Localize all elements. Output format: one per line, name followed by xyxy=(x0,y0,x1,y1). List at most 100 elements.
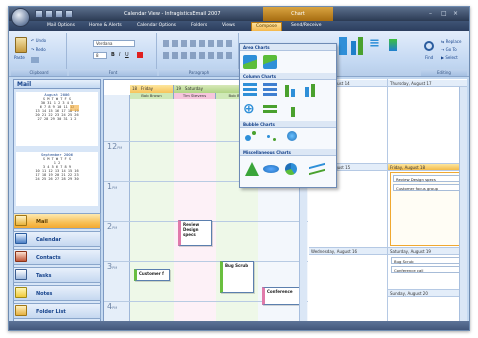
mini-calendar-september[interactable]: September 2006 S M T W T F S 1 2 3 4 5 6… xyxy=(16,152,98,206)
alignment-icons[interactable] xyxy=(163,52,233,59)
bubble-chart-icon[interactable] xyxy=(245,135,251,141)
week-view-scrollbar[interactable] xyxy=(459,87,467,321)
save-icon[interactable] xyxy=(35,10,43,18)
area-chart-icon[interactable] xyxy=(243,55,257,69)
bubble-chart-icon-4[interactable] xyxy=(273,138,276,141)
week-day-header[interactable]: Saturday, August 19 xyxy=(388,248,467,255)
tab-compose[interactable]: Compose xyxy=(251,22,283,31)
week-day-header[interactable]: Sunday, August 20 xyxy=(388,290,467,297)
font-name-select[interactable]: Verdana xyxy=(93,40,135,47)
week-appointment[interactable]: Bug Scrub xyxy=(391,257,463,264)
gallery-section-area: Area Charts xyxy=(240,44,336,51)
mail-icon xyxy=(15,215,27,226)
column-chart-icon-2[interactable] xyxy=(291,89,295,97)
column-chart-icon[interactable] xyxy=(358,37,363,55)
hour-label-12: 12PM xyxy=(107,142,122,151)
maximize-icon[interactable]: □ xyxy=(441,10,447,17)
goto-button[interactable]: → Go To xyxy=(441,47,457,52)
bubble-chart-icon-3[interactable] xyxy=(267,135,270,138)
redo-button[interactable]: ↷ Redo xyxy=(31,47,46,52)
italic-icon[interactable]: I xyxy=(119,52,120,58)
redo-icon[interactable] xyxy=(55,10,63,18)
tab-mail-options[interactable]: Mail Options xyxy=(47,23,75,28)
more-charts-icon[interactable] xyxy=(389,39,397,51)
stacked-bar-icon[interactable] xyxy=(263,105,277,115)
goto-label: Go To xyxy=(445,47,457,52)
stacked-column-icon[interactable]: ⊕ xyxy=(243,102,257,117)
select-button[interactable]: ▶ Select xyxy=(441,55,458,60)
nav-button-mail-label: Mail xyxy=(36,219,48,225)
replace-button[interactable]: ⇆ Replace xyxy=(441,39,461,44)
customize-toolbar-icon[interactable] xyxy=(65,10,73,18)
day-name: Saturday xyxy=(184,86,203,91)
find-label[interactable]: Find xyxy=(425,55,433,60)
tab-home-alerts[interactable]: Home & Alerts xyxy=(89,23,122,28)
replace-label: Replace xyxy=(445,39,462,44)
tab-calendar-options[interactable]: Calendar Options xyxy=(137,23,176,28)
calendar-week[interactable]: 27 28 29 30 31 1 2 xyxy=(16,117,98,121)
appointment[interactable]: Bug Scrub xyxy=(220,261,254,293)
day-column-bob-brown[interactable] xyxy=(130,95,174,330)
pyramid-chart-icon[interactable] xyxy=(245,162,259,176)
week-appointment[interactable]: Review Design specs xyxy=(393,175,461,182)
tab-send-receive[interactable]: Send/Receive xyxy=(291,23,321,28)
contacts-icon xyxy=(15,251,27,262)
paste-icon[interactable] xyxy=(15,37,27,53)
gallery-section-column: Column Charts xyxy=(240,73,336,80)
underline-icon[interactable]: U xyxy=(125,52,129,58)
week-day-header-today[interactable]: Friday, August 18 xyxy=(388,164,467,171)
column-chart-icon-5[interactable] xyxy=(291,107,295,117)
stacked-chart-icon[interactable]: ≡ xyxy=(369,37,380,50)
bar-chart-icon-2[interactable] xyxy=(263,83,277,97)
format-painter-icon[interactable] xyxy=(31,57,39,63)
column-chart-icon[interactable] xyxy=(285,85,289,97)
bubble-3d-icon[interactable] xyxy=(287,131,297,141)
gallery-section-bubble: Bubble Charts xyxy=(240,121,336,128)
tab-folders[interactable]: Folders xyxy=(191,23,207,28)
appointment[interactable]: Conference xyxy=(262,287,302,305)
column-chart-icon-3[interactable] xyxy=(305,87,309,97)
application-menu-button[interactable] xyxy=(11,8,30,27)
bold-icon[interactable]: B xyxy=(111,52,115,58)
list-icons[interactable] xyxy=(163,40,233,47)
paste-label[interactable]: Paste xyxy=(14,55,25,60)
clipboard-group-label: Clipboard xyxy=(11,69,67,76)
font-size-select[interactable]: 8 xyxy=(93,52,107,59)
undo-icon[interactable] xyxy=(45,10,53,18)
week-appointment[interactable]: Customer focus group xyxy=(393,184,461,191)
nav-button-contacts-label: Contacts xyxy=(36,255,61,261)
close-icon[interactable]: × xyxy=(453,10,458,17)
hour-suffix: PM xyxy=(117,146,123,150)
bar-chart-icon-2[interactable] xyxy=(351,41,356,55)
resource-tim-stevens: Tim Stevens xyxy=(174,93,216,99)
minimize-icon[interactable]: – xyxy=(429,10,432,17)
column-chart-icon-4[interactable] xyxy=(311,84,315,97)
bar-chart-icon[interactable] xyxy=(339,37,347,55)
calendar-icon xyxy=(15,233,27,244)
week-day-header[interactable]: Wednesday, August 16 xyxy=(309,248,387,255)
day-name: Friday xyxy=(140,86,154,91)
ellipse-chart-icon[interactable] xyxy=(263,165,279,173)
find-icon[interactable] xyxy=(424,41,434,51)
pie-chart-icon[interactable] xyxy=(285,163,297,175)
tab-views[interactable]: Views xyxy=(222,23,235,28)
nav-button-tasks-label: Tasks xyxy=(36,273,52,279)
week-day-header[interactable]: Thursday, August 17 xyxy=(388,80,467,87)
appointment[interactable]: Customer f xyxy=(134,269,170,281)
appointment[interactable]: Review Design specs xyxy=(178,220,212,246)
contextual-tab-chart[interactable]: Chart xyxy=(263,7,333,21)
stacked-area-chart-icon[interactable] xyxy=(263,55,277,69)
undo-button[interactable]: ↶ Undo xyxy=(31,38,46,43)
font-group-label: Font xyxy=(69,69,157,76)
day-column-tim-stevens[interactable] xyxy=(174,95,216,330)
nav-button-calendar-label: Calendar xyxy=(36,237,62,243)
mini-calendar-august[interactable]: August 2006 S M T W T F S 30 31 1 2 3 4 … xyxy=(16,92,98,146)
bubble-chart-icon-2[interactable] xyxy=(252,131,256,135)
nav-button-folder-list-label: Folder List xyxy=(36,309,66,315)
calendar-week[interactable]: 24 25 26 27 28 29 30 xyxy=(16,177,98,181)
navigation-pane-title: Mail xyxy=(13,79,101,89)
week-appointment[interactable]: Conference call xyxy=(391,266,463,273)
bar-chart-icon[interactable] xyxy=(243,83,257,97)
font-color-icon[interactable] xyxy=(137,52,143,58)
nav-button-notes-label: Notes xyxy=(36,291,53,297)
